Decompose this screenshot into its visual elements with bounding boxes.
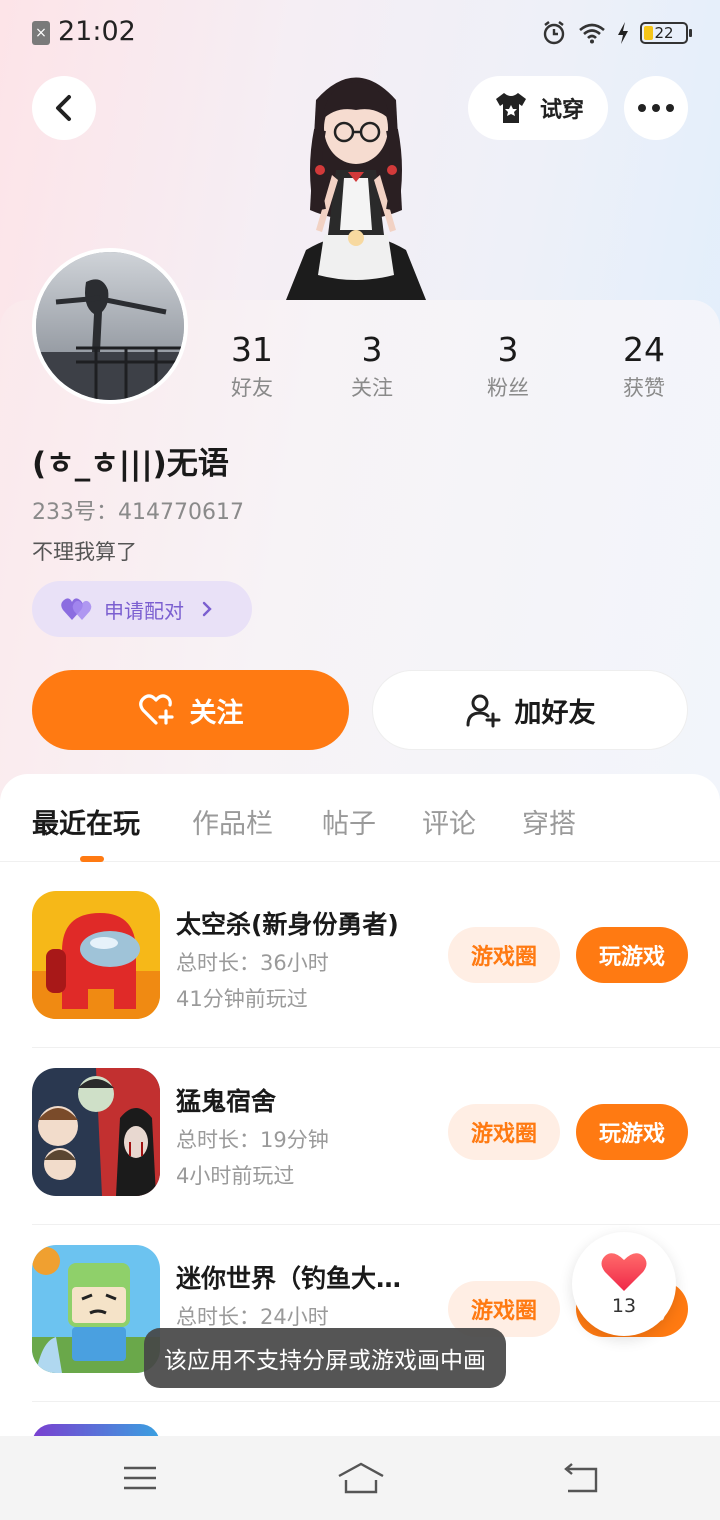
game-icon-mini-world xyxy=(32,1245,160,1373)
more-dots-icon xyxy=(638,104,646,112)
game-last-played: 41分钟前玩过 xyxy=(176,987,308,1011)
shirt-icon xyxy=(495,93,526,123)
menu-icon xyxy=(124,1466,156,1490)
heart-plus-icon xyxy=(138,694,174,725)
try-on-label: 试穿 xyxy=(539,98,584,123)
profile-tabs: 最近在玩 作品栏 帖子 评论 穿搭 xyxy=(0,774,720,862)
request-pair-label: 申请配对 xyxy=(104,598,184,623)
stat-label: 好友 xyxy=(231,376,273,400)
back-nav-button[interactable] xyxy=(558,1456,602,1500)
alarm-icon xyxy=(540,19,568,47)
home-icon xyxy=(338,1462,384,1494)
add-user-icon xyxy=(466,694,500,728)
back-arrow-icon xyxy=(56,95,71,121)
status-time: 21:02 xyxy=(58,16,136,47)
tab-indicator xyxy=(80,856,104,862)
play-game-button[interactable]: 玩游戏 xyxy=(576,927,688,983)
username: (ㅎ_ㅎ|||)无语 xyxy=(32,446,229,482)
stat-value: 24 xyxy=(623,330,665,369)
avatar-3d-figure[interactable] xyxy=(276,60,436,300)
home-button[interactable] xyxy=(338,1456,384,1500)
play-game-button[interactable]: 玩游戏 xyxy=(576,1104,688,1160)
status-bar: × 21:02 22 xyxy=(0,0,720,66)
request-pair-button[interactable]: 申请配对 xyxy=(32,581,252,637)
game-name: 猛鬼宿舍 xyxy=(176,1087,277,1116)
content-panel: 最近在玩 作品栏 帖子 评论 穿搭 太空杀(新身份勇者) 总时长：36小时 41… xyxy=(0,774,720,1520)
heart-pair-icon xyxy=(61,598,92,620)
game-duration: 总时长：36小时 xyxy=(176,951,329,975)
tab-works[interactable]: 作品栏 xyxy=(192,802,273,841)
chevron-right-icon xyxy=(202,601,212,617)
stat-value: 31 xyxy=(231,330,273,369)
stat-friends[interactable]: 31 好友 xyxy=(202,330,302,402)
back-button[interactable] xyxy=(32,76,96,140)
tab-outfits[interactable]: 穿搭 xyxy=(522,802,576,841)
list-item[interactable]: 猛鬼宿舍 总时长：19分钟 4小时前玩过 游戏圈 玩游戏 xyxy=(32,1048,720,1225)
tab-posts[interactable]: 帖子 xyxy=(322,802,376,841)
charging-icon xyxy=(616,19,630,47)
menu-button[interactable] xyxy=(118,1456,162,1500)
sim-off-icon: × xyxy=(32,21,50,45)
game-name: 迷你世界（钓鱼大… xyxy=(176,1264,402,1293)
follow-button[interactable]: 关注 xyxy=(32,670,349,750)
stat-value: 3 xyxy=(361,330,383,369)
like-float-button[interactable]: 13 xyxy=(572,1232,676,1336)
stat-label: 关注 xyxy=(351,376,393,400)
try-on-button[interactable]: 试穿 xyxy=(468,76,608,140)
game-icon-ghost-dorm xyxy=(32,1068,160,1196)
system-nav-bar xyxy=(0,1436,720,1520)
stat-label: 粉丝 xyxy=(487,376,529,400)
back-icon xyxy=(564,1463,598,1493)
tab-recent-play[interactable]: 最近在玩 xyxy=(32,802,140,841)
tab-comments[interactable]: 评论 xyxy=(422,802,476,841)
stat-following[interactable]: 3 关注 xyxy=(322,330,422,402)
game-last-played: 4小时前玩过 xyxy=(176,1164,295,1188)
battery-icon: 22 xyxy=(640,22,692,44)
user-id-value: 414770617 xyxy=(118,500,244,525)
heart-icon xyxy=(601,1253,647,1291)
user-id: 233号：414770617 xyxy=(32,494,244,526)
game-icon-space-kill xyxy=(32,891,160,1019)
game-circle-button[interactable]: 游戏圈 xyxy=(448,927,560,983)
list-item[interactable]: 太空杀(新身份勇者) 总时长：36小时 41分钟前玩过 游戏圈 玩游戏 xyxy=(32,871,720,1048)
game-duration: 总时长：24小时 xyxy=(176,1305,329,1329)
game-name: 太空杀(新身份勇者) xyxy=(176,910,399,939)
add-friend-label: 加好友 xyxy=(514,697,596,729)
user-bio: 不理我算了 xyxy=(32,540,137,564)
wifi-icon xyxy=(578,19,606,47)
stat-likes[interactable]: 24 获赞 xyxy=(594,330,694,402)
like-count: 13 xyxy=(611,1295,637,1317)
user-id-label: 233号： xyxy=(32,500,118,525)
avatar[interactable] xyxy=(32,248,188,404)
stat-followers[interactable]: 3 粉丝 xyxy=(458,330,558,402)
stat-value: 3 xyxy=(497,330,519,369)
add-friend-button[interactable]: 加好友 xyxy=(372,670,688,750)
follow-label: 关注 xyxy=(189,697,244,729)
toast-message: 该应用不支持分屏或游戏画中画 xyxy=(144,1328,506,1388)
more-button[interactable] xyxy=(624,76,688,140)
stat-label: 获赞 xyxy=(623,376,665,400)
game-duration: 总时长：19分钟 xyxy=(176,1128,329,1152)
status-icons: 22 xyxy=(540,18,692,48)
game-circle-button[interactable]: 游戏圈 xyxy=(448,1104,560,1160)
